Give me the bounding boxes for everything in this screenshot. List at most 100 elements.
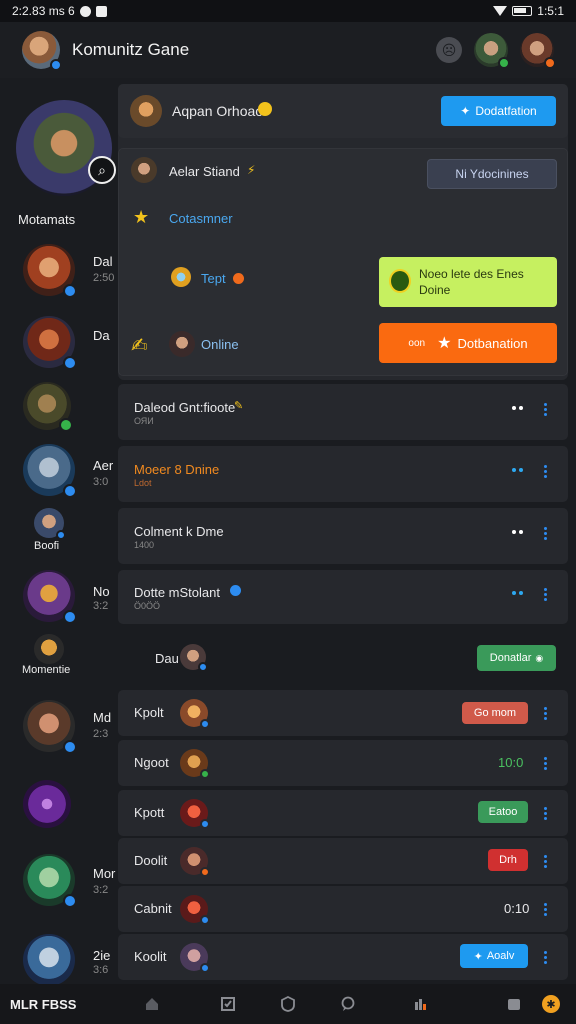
donation-cta-button[interactable]: oon ★ Dotbanation <box>379 323 557 363</box>
featured-avatar[interactable]: ⌕ <box>16 100 116 196</box>
user-name: Aelar Stiand <box>169 164 240 179</box>
friend-name: No <box>93 584 110 599</box>
friend-avatar[interactable] <box>23 444 77 498</box>
activity-row[interactable]: Dotte mStolant Ӧ0ӦӦ <box>118 570 568 624</box>
chat-icon[interactable] <box>340 996 356 1012</box>
user-avatar[interactable] <box>169 331 195 357</box>
activity-row[interactable]: Colment k Dme 1400 <box>118 508 568 564</box>
rank-icon[interactable] <box>412 996 428 1012</box>
signature-icon: ✍ <box>131 335 148 357</box>
list-row[interactable]: Kpolt Go mom <box>118 690 568 736</box>
donate-button[interactable]: ✦ Aoalv <box>460 944 528 968</box>
menu-icon[interactable] <box>544 855 547 868</box>
status-button[interactable]: Ni Ydocinines <box>427 159 557 189</box>
row-value: 0:10 <box>504 901 530 916</box>
activity-row[interactable]: Moeer 8 Dnine Ldot <box>118 446 568 502</box>
status-badge[interactable]: Go mom <box>462 702 528 724</box>
status-badge[interactable]: Eatoo <box>478 801 528 823</box>
app-bar: Komunitz Gane ☹ <box>0 22 576 78</box>
row-name: Kpott <box>134 805 165 820</box>
row-avatar <box>180 847 210 877</box>
friend-avatar[interactable] <box>34 634 64 664</box>
status-clock: 1:5:1 <box>537 4 564 18</box>
settings-icon[interactable]: ✱ <box>542 995 560 1013</box>
list-row[interactable]: Kpott Eatoo <box>118 790 568 836</box>
row-sub: ОЯИ <box>134 416 154 426</box>
friend-avatar[interactable] <box>23 570 77 624</box>
menu-icon[interactable] <box>544 403 547 416</box>
profile-avatar[interactable] <box>22 31 62 71</box>
friend-status: 2:50 <box>93 272 115 284</box>
friend-avatar-1[interactable] <box>474 33 510 69</box>
online-label: Online <box>201 337 239 352</box>
alien-icon <box>389 269 411 293</box>
friend-avatar[interactable] <box>23 316 77 370</box>
friend-avatar[interactable] <box>23 854 77 908</box>
friend-name: Boofi <box>34 540 60 552</box>
user-name: Aqpan Orhoao <box>172 103 264 119</box>
section-label: Cotasmner <box>169 211 233 226</box>
menu-icon[interactable] <box>544 903 547 916</box>
sync-icon <box>79 5 91 17</box>
friend-avatar[interactable] <box>23 780 71 828</box>
more-dots-icon[interactable] <box>512 406 523 410</box>
emoji-icon: ☹ <box>441 41 457 58</box>
row-avatar <box>180 943 210 973</box>
row-avatar <box>180 749 210 779</box>
list-row[interactable]: Ngoot 10:0 <box>118 740 568 786</box>
activity-row[interactable]: Daleod Gnt:fioote ОЯИ ✎ <box>118 384 568 440</box>
friend-name: Md <box>93 710 112 725</box>
more-dots-icon[interactable] <box>512 530 523 534</box>
notice-line1: Noeo lete des Enes <box>419 267 524 281</box>
shop-icon[interactable] <box>506 996 522 1012</box>
menu-icon[interactable] <box>544 707 547 720</box>
featured-label: Motamats <box>18 212 76 227</box>
row-sub: Ӧ0ӦӦ <box>134 601 161 611</box>
featured-card: Aelar Stiand ⚡ Ni Ydocinines ★ Cotasmner… <box>118 148 568 376</box>
row-name: Doolit <box>134 853 168 868</box>
friend-avatar[interactable] <box>180 644 208 672</box>
friend-avatar-2[interactable] <box>520 33 556 69</box>
row-sub: Ldot <box>134 478 152 488</box>
list-row[interactable]: Doolit Drh <box>118 838 568 884</box>
row-avatar <box>180 799 210 829</box>
user-avatar[interactable] <box>130 95 162 127</box>
user-avatar[interactable] <box>131 157 157 183</box>
more-dots-icon[interactable] <box>512 468 523 472</box>
menu-icon[interactable] <box>544 527 547 540</box>
menu-icon[interactable] <box>544 465 547 478</box>
user-row: Aqpan Orhoao ✦ Dodatfation <box>118 84 568 138</box>
more-dots-icon[interactable] <box>512 591 523 595</box>
friend-avatar[interactable] <box>23 244 77 298</box>
status-bar: 2:2.83 ms 6 1:5:1 <box>0 0 576 22</box>
home-icon[interactable] <box>144 996 160 1012</box>
list-row[interactable]: Cabnit 0:10 <box>118 886 568 932</box>
menu-icon[interactable] <box>544 588 547 601</box>
status-badge[interactable]: Drh <box>488 849 528 871</box>
list-row[interactable]: Koolit ✦ Aoalv <box>118 934 568 980</box>
menu-icon[interactable] <box>544 807 547 820</box>
shield-icon[interactable] <box>280 996 296 1012</box>
pencil-icon: ✎ <box>234 400 244 412</box>
menu-icon[interactable] <box>544 757 547 770</box>
row-title: Colment k Dme <box>134 524 224 539</box>
star-icon: ★ <box>437 335 452 352</box>
friend-avatar[interactable] <box>23 382 73 432</box>
notice-banner[interactable]: Noeo lete des Enes Doine <box>379 257 557 307</box>
donate-button[interactable]: ✦ Dodatfation <box>441 96 556 126</box>
friends-sidebar: ⌕ Motamats Dal 2:50 Da Aer 3:0 Boofi No … <box>0 78 118 986</box>
row-title: Dotte mStolant <box>134 585 220 600</box>
friend-name: Momentie <box>22 664 71 676</box>
friend-avatar[interactable] <box>34 508 66 540</box>
battery-icon <box>512 6 533 16</box>
menu-icon[interactable] <box>544 951 547 964</box>
friend-name: Dal <box>93 254 113 269</box>
check-box-icon[interactable] <box>220 996 236 1012</box>
search-icon[interactable]: ⌕ <box>88 156 116 184</box>
donate-button[interactable]: Donatlar ◉ <box>477 645 556 671</box>
emoji-button[interactable]: ☹ <box>436 37 462 63</box>
row-name: Kpolt <box>134 705 164 720</box>
friend-avatar[interactable] <box>23 700 77 754</box>
gift-icon: ✦ <box>460 104 471 118</box>
friend-avatar[interactable] <box>23 934 75 986</box>
